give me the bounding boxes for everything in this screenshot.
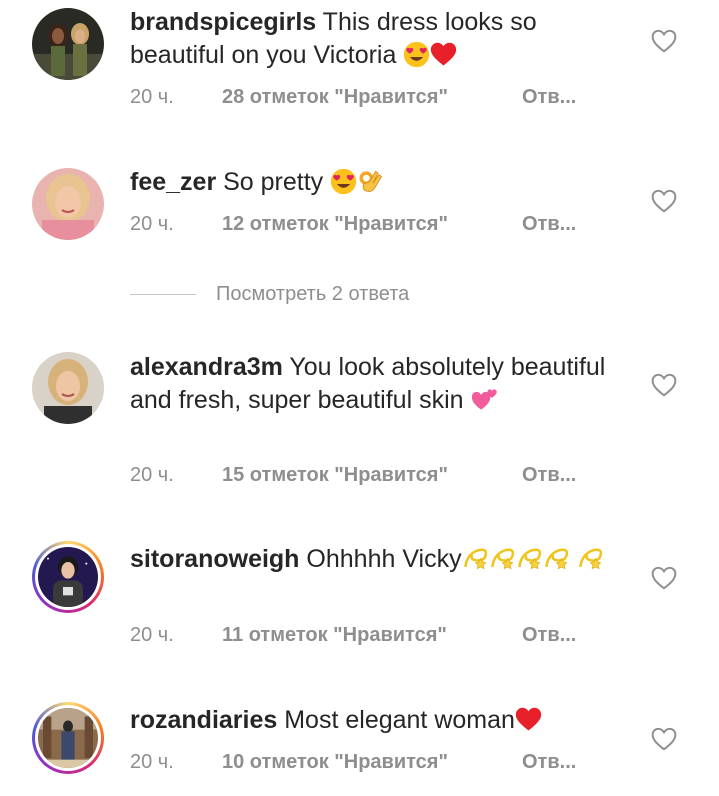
two-hearts-emoji <box>471 386 498 413</box>
comment-likes[interactable]: 11 отметок "Нравится" <box>222 624 522 647</box>
heart-eyes-emoji <box>403 41 430 68</box>
comment-likes[interactable]: 15 отметок "Нравится" <box>222 464 522 487</box>
comment-username[interactable]: fee_zer <box>130 168 216 196</box>
reply-button[interactable]: Отв... <box>522 86 576 109</box>
divider <box>130 294 196 295</box>
reply-button[interactable]: Отв... <box>522 624 576 647</box>
heart-eyes-emoji <box>330 168 357 195</box>
ok-hand-emoji <box>357 168 384 195</box>
comment-username[interactable]: brandspicegirls <box>130 8 316 36</box>
comment-time: 20 ч. <box>130 751 174 773</box>
avatar[interactable] <box>32 352 104 424</box>
like-heart-icon[interactable] <box>651 29 677 53</box>
comment-time: 20 ч. <box>130 464 174 486</box>
comment-text-block: sitoranoweigh Ohhhhh Vicky <box>130 543 630 576</box>
comment-meta: 20 ч. 28 отметок "Нравится" Отв... <box>130 86 576 109</box>
comment-text-block: fee_zer So pretty <box>130 166 630 199</box>
comment-likes[interactable]: 10 отметок "Нравится" <box>222 751 522 774</box>
dizzy-emoji <box>516 545 543 572</box>
dizzy-emoji <box>543 545 570 572</box>
comment-time: 20 ч. <box>130 624 174 646</box>
comment-username[interactable]: rozandiaries <box>130 706 277 734</box>
avatar[interactable] <box>32 702 104 774</box>
avatar[interactable] <box>32 168 104 240</box>
comment-text-block: rozandiaries Most elegant woman <box>130 704 630 737</box>
dizzy-emoji <box>462 545 489 572</box>
comment-username[interactable]: alexandra3m <box>130 353 283 381</box>
comment-text-block: alexandra3m You look absolutely beautifu… <box>130 351 630 417</box>
dizzy-emoji <box>577 545 604 572</box>
reply-button[interactable]: Отв... <box>522 213 576 236</box>
like-heart-icon[interactable] <box>651 727 677 751</box>
comment-body: Ohhhhh Vicky <box>306 545 462 573</box>
comment-meta: 20 ч. 15 отметок "Нравится" Отв... <box>130 464 576 487</box>
red-heart-emoji <box>430 41 457 68</box>
comment-username[interactable]: sitoranoweigh <box>130 545 299 573</box>
comment-text-block: brandspicegirls This dress looks so beau… <box>130 6 630 72</box>
reply-button[interactable]: Отв... <box>522 751 576 774</box>
comment-time: 20 ч. <box>130 86 174 108</box>
view-replies-button[interactable]: Посмотреть 2 ответа <box>130 283 409 306</box>
comment-meta: 20 ч. 10 отметок "Нравится" Отв... <box>130 751 576 774</box>
avatar[interactable] <box>32 8 104 80</box>
comment-body: So pretty <box>223 168 324 196</box>
view-replies-label: Посмотреть 2 ответа <box>216 283 410 305</box>
like-heart-icon[interactable] <box>651 566 677 590</box>
like-heart-icon[interactable] <box>651 373 677 397</box>
red-heart-emoji <box>515 706 542 733</box>
comment-meta: 20 ч. 11 отметок "Нравится" Отв... <box>130 624 576 647</box>
reply-button[interactable]: Отв... <box>522 464 576 487</box>
comment-time: 20 ч. <box>130 213 174 235</box>
dizzy-emoji <box>489 545 516 572</box>
like-heart-icon[interactable] <box>651 189 677 213</box>
comment-meta: 20 ч. 12 отметок "Нравится" Отв... <box>130 213 576 236</box>
avatar[interactable] <box>32 541 104 613</box>
comment-likes[interactable]: 28 отметок "Нравится" <box>222 86 522 109</box>
comment-body: Most elegant woman <box>284 706 515 734</box>
comment-likes[interactable]: 12 отметок "Нравится" <box>222 213 522 236</box>
